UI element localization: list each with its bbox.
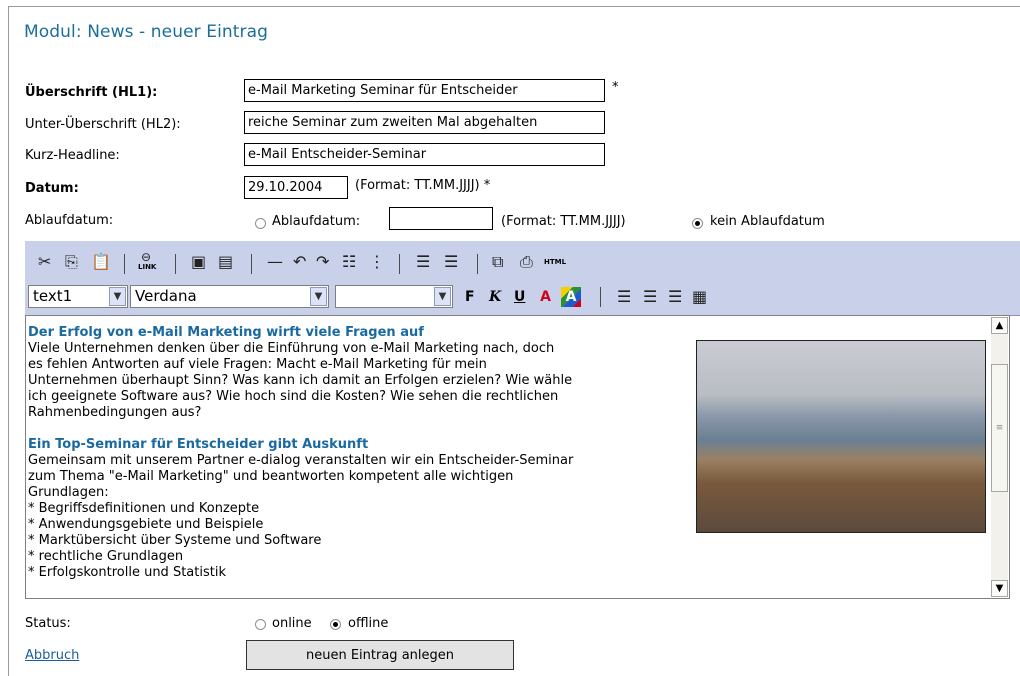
size-select[interactable]: ▼ <box>335 285 453 308</box>
copy-icon[interactable]: ⎘ <box>65 252 78 272</box>
html-source-icon[interactable]: ⎙ <box>520 252 533 272</box>
toolbar-separator <box>124 254 125 274</box>
style-select-value: text1 <box>33 287 73 305</box>
status-label: Status: <box>25 616 71 631</box>
chevron-down-icon[interactable]: ▼ <box>310 287 327 306</box>
scroll-down-button[interactable]: ▼ <box>991 580 1008 597</box>
page-title: Modul: News - neuer Eintrag <box>24 22 269 42</box>
editor-line: * Begriffsdefinitionen und Konzepte <box>28 501 260 516</box>
font-select[interactable]: Verdana ▼ <box>130 285 329 308</box>
ablauf-radio-label: Ablaufdatum: <box>272 214 361 229</box>
indent-icon[interactable]: ☰ <box>444 252 458 272</box>
editor-line: Viele Unternehmen denken über die Einfüh… <box>28 341 555 356</box>
editor-line: * rechtliche Grundlagen <box>28 549 184 564</box>
chevron-down-icon[interactable]: ▼ <box>434 287 451 306</box>
editor-blank-line <box>28 421 713 437</box>
seminar-room-image <box>696 340 986 533</box>
insert-image-icon[interactable]: ▣ <box>191 252 206 272</box>
rich-text-editor[interactable]: Der Erfolg von e-Mail Marketing wirft vi… <box>25 315 1010 599</box>
editor-line: Gemeinsam mit unserem Partner e-dialog v… <box>28 453 574 468</box>
redo-icon[interactable]: ↷ <box>316 252 329 272</box>
bold-button[interactable]: F <box>465 287 475 307</box>
fullscreen-icon[interactable]: ⧉ <box>492 252 503 272</box>
ablauf-radio[interactable] <box>255 218 266 229</box>
table-icon[interactable]: ▦ <box>692 287 707 307</box>
hl2-input[interactable]: reiche Seminar zum zweiten Mal abgehalte… <box>244 111 605 134</box>
italic-button[interactable]: K <box>489 287 501 307</box>
editor-line: * Marktübersicht über Systeme und Softwa… <box>28 533 322 548</box>
link-label: LINK <box>138 263 157 271</box>
paste-icon[interactable]: 📋 <box>91 252 111 272</box>
hl1-input[interactable]: e-Mail Marketing Seminar für Entscheider <box>244 79 605 102</box>
background-color-button[interactable]: A <box>561 287 581 307</box>
editor-line: ich geeignete Software aus? Wie hoch sin… <box>28 389 559 404</box>
editor-content[interactable]: Der Erfolg von e-Mail Marketing wirft vi… <box>28 325 713 581</box>
status-offline-label: offline <box>348 616 389 631</box>
editor-line: Rahmenbedingungen aus? <box>28 405 202 420</box>
scroll-up-button[interactable]: ▲ <box>991 317 1008 334</box>
kein-ablauf-radio[interactable] <box>692 218 703 229</box>
undo-icon[interactable]: ↶ <box>293 252 306 272</box>
toolbar-separator <box>399 254 400 274</box>
hl2-input-text: reiche Seminar zum zweiten Mal abgehalte… <box>248 115 538 130</box>
editor-line: * Anwendungsgebiete und Beispiele <box>28 517 264 532</box>
hl1-required-marker: * <box>612 80 619 95</box>
outdent-icon[interactable]: ☰ <box>416 252 430 272</box>
chevron-down-icon[interactable]: ▼ <box>109 287 126 306</box>
hl2-label: Unter-Überschrift (HL2): <box>25 117 181 132</box>
hl1-label: Überschrift (HL1): <box>25 85 158 100</box>
editor-line: es fehlen Antworten auf viele Fragen: Ma… <box>28 357 487 372</box>
font-color-button[interactable]: A <box>536 287 555 307</box>
underline-button[interactable]: U <box>514 287 525 307</box>
font-select-value: Verdana <box>135 287 197 305</box>
editor-line: Unternehmen überhaupt Sinn? Was kann ich… <box>28 373 573 388</box>
editor-line: Grundlagen: <box>28 485 109 500</box>
kein-ablauf-label: kein Ablaufdatum <box>710 214 825 229</box>
editor-scrollbar[interactable]: ▲ ≡ ▼ <box>991 317 1008 597</box>
editor-toolbar: ✂ ⎘ 📋 ⊖ LINK ▣ ▤ — ↶ ↷ ☷ ⋮ ☰ ☰ ⧉ ⎙ HTML … <box>25 241 1020 316</box>
image-props-icon[interactable]: ▤ <box>218 252 233 272</box>
horizontal-rule-icon[interactable]: — <box>267 252 283 272</box>
scrollbar-thumb[interactable]: ≡ <box>991 364 1008 492</box>
status-online-label: online <box>272 616 312 631</box>
toolbar-separator <box>175 254 176 274</box>
align-left-icon[interactable]: ☰ <box>617 287 631 307</box>
status-online-radio[interactable] <box>255 619 266 630</box>
toolbar-separator <box>600 287 601 307</box>
align-right-icon[interactable]: ☰ <box>668 287 682 307</box>
toolbar-separator <box>251 254 252 274</box>
html-label: HTML <box>544 258 567 266</box>
cancel-link[interactable]: Abbruch <box>25 648 79 663</box>
ablauf-label: Ablaufdatum: <box>25 213 114 228</box>
style-select[interactable]: text1 ▼ <box>28 285 128 308</box>
cut-icon[interactable]: ✂ <box>38 252 51 272</box>
editor-line: zum Thema "e-Mail Marketing" und beantwo… <box>28 469 514 484</box>
datum-input[interactable]: 29.10.2004 <box>244 176 348 199</box>
kurz-headline-label: Kurz-Headline: <box>25 148 120 163</box>
toolbar-separator <box>477 254 478 274</box>
datum-format-hint: (Format: TT.MM.JJJJ) * <box>355 178 491 193</box>
editor-heading: Ein Top-Seminar für Entscheider gibt Aus… <box>28 437 369 452</box>
align-center-icon[interactable]: ☰ <box>643 287 657 307</box>
editor-heading: Der Erfolg von e-Mail Marketing wirft vi… <box>28 325 424 340</box>
ablauf-input[interactable] <box>389 207 493 230</box>
ordered-list-icon[interactable]: ☷ <box>342 252 356 272</box>
status-offline-radio[interactable] <box>330 619 341 630</box>
datum-label: Datum: <box>25 181 79 196</box>
unordered-list-icon[interactable]: ⋮ <box>369 252 385 272</box>
ablauf-format-hint: (Format: TT.MM.JJJJ) <box>501 214 626 229</box>
editor-line: * Erfolgskontrolle und Statistik <box>28 565 226 580</box>
kurz-headline-input[interactable]: e-Mail Entscheider-Seminar <box>244 143 605 166</box>
create-entry-button[interactable]: neuen Eintrag anlegen <box>246 640 514 670</box>
